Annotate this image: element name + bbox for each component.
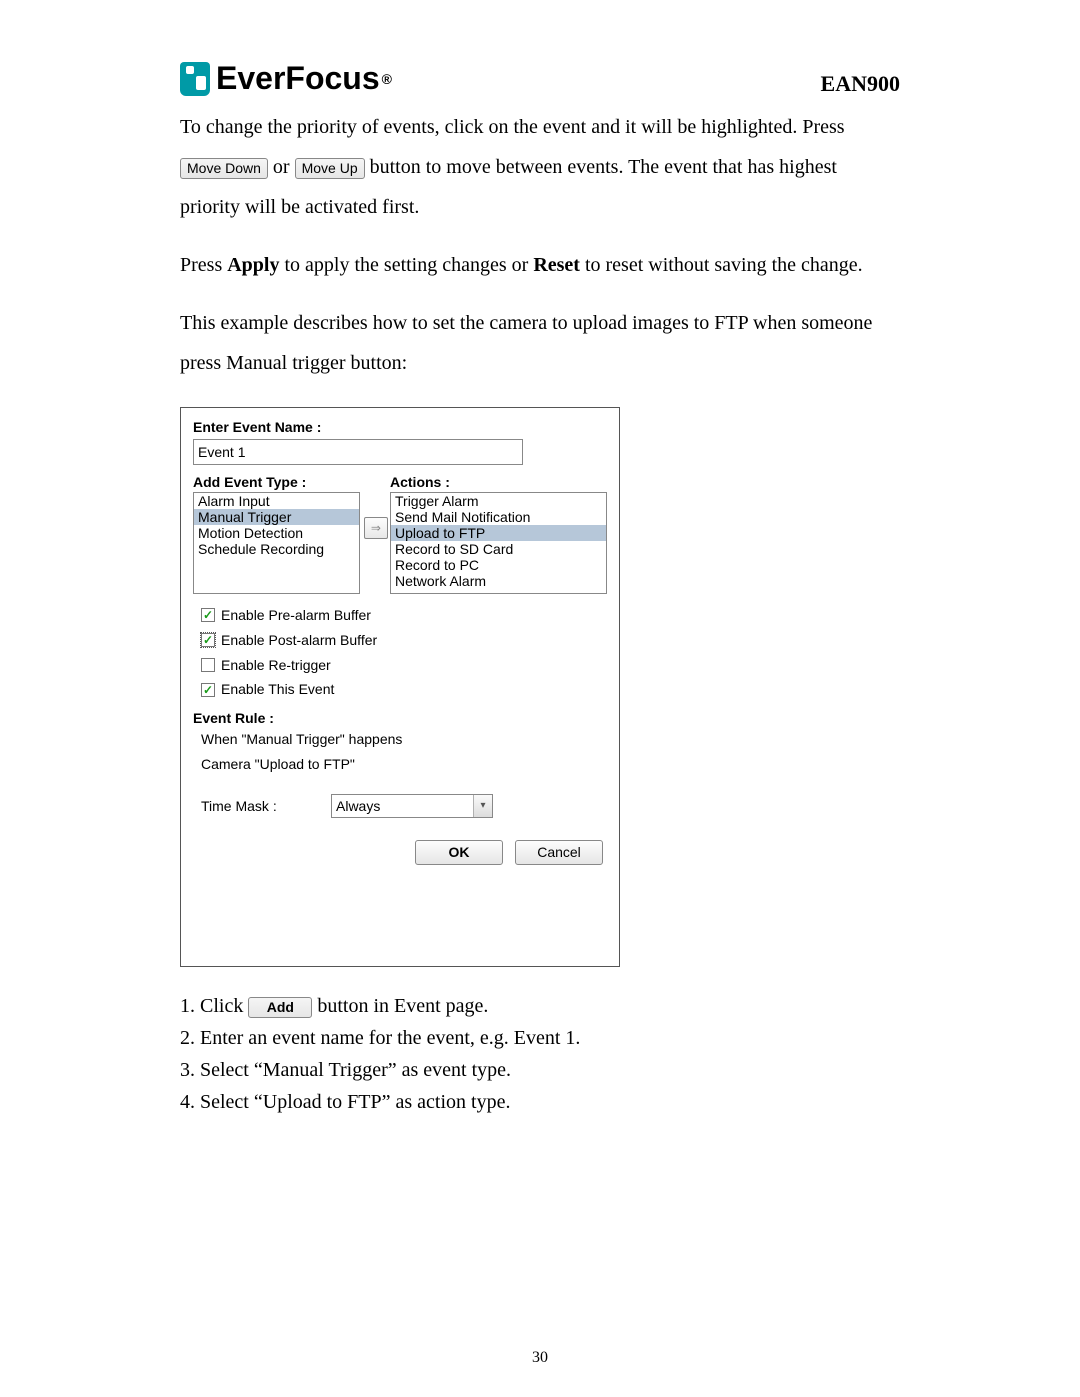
- list-item[interactable]: Schedule Recording: [194, 541, 359, 557]
- event-rule-text: When "Manual Trigger" happens: [201, 730, 607, 749]
- event-type-listbox[interactable]: Alarm Input Manual Trigger Motion Detect…: [193, 492, 360, 594]
- page-header: EverFocus® EAN900: [180, 60, 900, 97]
- checkbox-row: Enable Re-trigger: [201, 656, 607, 675]
- step-item: 2. Enter an event name for the event, e.…: [180, 1023, 900, 1053]
- checkbox-row: Enable Pre-alarm Buffer: [201, 606, 607, 625]
- list-item[interactable]: Trigger Alarm: [391, 493, 606, 509]
- checkbox-label: Enable This Event: [221, 680, 334, 699]
- checkbox-label: Enable Pre-alarm Buffer: [221, 606, 371, 625]
- time-mask-row: Time Mask : Always ▾: [201, 794, 607, 818]
- checkbox-row: Enable Post-alarm Buffer: [201, 631, 607, 650]
- checkbox-label: Enable Post-alarm Buffer: [221, 631, 377, 650]
- product-id: EAN900: [821, 71, 900, 97]
- list-item[interactable]: Alarm Input: [194, 493, 359, 509]
- step-item: 4. Select “Upload to FTP” as action type…: [180, 1087, 900, 1117]
- time-mask-label: Time Mask :: [201, 797, 331, 816]
- body-text: To change the priority of events, click …: [180, 107, 900, 383]
- brand-logo-icon: [180, 62, 210, 96]
- time-mask-value: Always: [332, 797, 473, 816]
- paragraph-text: to reset without saving the change.: [580, 254, 863, 276]
- add-arrow-button[interactable]: ⇒: [364, 517, 388, 539]
- event-dialog: Enter Event Name : Add Event Type : Alar…: [180, 407, 620, 967]
- steps-list: 1. Click Add button in Event page. 2. En…: [180, 991, 900, 1117]
- add-event-type-label: Add Event Type :: [193, 473, 362, 492]
- list-item[interactable]: Send Mail Notification: [391, 509, 606, 525]
- event-name-input[interactable]: [193, 439, 523, 465]
- brand-logo: EverFocus®: [180, 60, 392, 97]
- apply-label: Apply: [227, 254, 279, 276]
- page-number: 30: [0, 1349, 1080, 1367]
- event-rule-label: Event Rule :: [193, 709, 607, 728]
- document-page: EverFocus® EAN900 To change the priority…: [0, 0, 1080, 1397]
- time-mask-select[interactable]: Always ▾: [331, 794, 493, 818]
- ok-button[interactable]: OK: [415, 840, 503, 865]
- dialog-buttons: OK Cancel: [193, 840, 603, 865]
- add-button[interactable]: Add: [248, 997, 312, 1018]
- list-item[interactable]: Manual Trigger: [194, 509, 359, 525]
- step-item: 3. Select “Manual Trigger” as event type…: [180, 1055, 900, 1085]
- checkbox-row: Enable This Event: [201, 680, 607, 699]
- move-up-button[interactable]: Move Up: [295, 158, 365, 179]
- move-down-button[interactable]: Move Down: [180, 158, 268, 179]
- paragraph-text: This example describes how to set the ca…: [180, 303, 900, 383]
- actions-label: Actions :: [390, 473, 607, 492]
- enable-this-event-checkbox[interactable]: [201, 683, 215, 697]
- step-item: 1. Click Add button in Event page.: [180, 991, 900, 1021]
- enable-retrigger-checkbox[interactable]: [201, 658, 215, 672]
- step-text: 1. Click: [180, 995, 248, 1017]
- list-item[interactable]: Record to SD Card: [391, 541, 606, 557]
- list-item[interactable]: Record to PC: [391, 557, 606, 573]
- enable-pre-alarm-checkbox[interactable]: [201, 608, 215, 622]
- step-text: button in Event page.: [317, 995, 488, 1017]
- registered-mark: ®: [382, 71, 392, 87]
- reset-label: Reset: [533, 254, 580, 276]
- enter-event-name-label: Enter Event Name :: [193, 418, 607, 437]
- paragraph-text: Press: [180, 254, 227, 276]
- list-item[interactable]: Motion Detection: [194, 525, 359, 541]
- actions-listbox[interactable]: Trigger Alarm Send Mail Notification Upl…: [390, 492, 607, 594]
- list-item[interactable]: Network Alarm: [391, 573, 606, 589]
- paragraph-text: or: [273, 156, 295, 178]
- brand-name: EverFocus: [216, 60, 380, 97]
- event-rule-text: Camera "Upload to FTP": [201, 755, 607, 774]
- paragraph-text: To change the priority of events, click …: [180, 116, 845, 138]
- checkbox-label: Enable Re-trigger: [221, 656, 331, 675]
- chevron-down-icon[interactable]: ▾: [473, 795, 492, 817]
- cancel-button[interactable]: Cancel: [515, 840, 603, 865]
- list-item[interactable]: Upload to FTP: [391, 525, 606, 541]
- enable-post-alarm-checkbox[interactable]: [201, 633, 215, 647]
- paragraph-text: to apply the setting changes or: [279, 254, 533, 276]
